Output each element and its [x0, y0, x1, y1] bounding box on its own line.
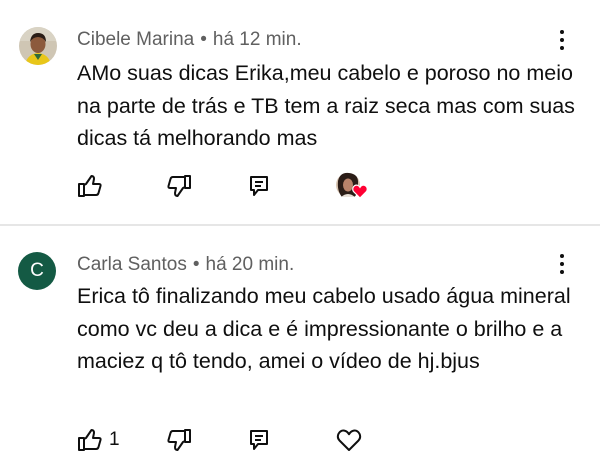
- dislike-button[interactable]: [166, 425, 192, 455]
- thumbs-up-icon: [78, 175, 102, 197]
- like-button[interactable]: 1: [77, 425, 120, 455]
- more-options-icon[interactable]: [552, 28, 572, 52]
- creator-heart-badge[interactable]: [334, 171, 370, 201]
- like-button[interactable]: [77, 171, 103, 201]
- thumbs-down-icon: [167, 429, 191, 451]
- avatar[interactable]: C: [18, 252, 56, 290]
- dislike-button[interactable]: [166, 171, 192, 201]
- comment-item: Cibele Marina • há 12 min. AMo suas dicas …: [0, 0, 600, 224]
- heart-outline-icon: [336, 429, 362, 451]
- comment-time[interactable]: há 12 min.: [213, 29, 302, 50]
- reply-comment-icon: [250, 430, 268, 450]
- heart-icon: [352, 184, 368, 199]
- comment-actions: [0, 171, 600, 201]
- more-options-icon[interactable]: [552, 252, 572, 276]
- heart-button[interactable]: [336, 425, 362, 455]
- comment-text: AMo suas dicas Erika,meu cabelo e poroso…: [77, 61, 575, 150]
- avatar[interactable]: [19, 27, 57, 65]
- reply-button[interactable]: [248, 171, 270, 201]
- author-name[interactable]: Cibele Marina: [77, 29, 194, 50]
- thumbs-down-icon: [167, 175, 191, 197]
- comment-actions: 1: [0, 425, 600, 455]
- like-count: 1: [109, 429, 120, 450]
- comment-item: C Carla Santos • há 20 min. Erica tô final…: [0, 226, 600, 472]
- meta-separator: •: [200, 29, 207, 50]
- reply-comment-icon: [250, 176, 268, 196]
- comment-text: Erica tô finalizando meu cabelo usado ág…: [77, 284, 571, 373]
- comment-time[interactable]: há 20 min.: [206, 254, 295, 275]
- comment-meta: Cibele Marina • há 12 min.: [77, 29, 302, 51]
- comment-meta: Carla Santos • há 20 min.: [77, 254, 294, 276]
- reply-button[interactable]: [248, 425, 270, 455]
- thumbs-up-icon: [78, 429, 102, 451]
- author-name[interactable]: Carla Santos: [77, 254, 187, 275]
- meta-separator: •: [192, 254, 200, 275]
